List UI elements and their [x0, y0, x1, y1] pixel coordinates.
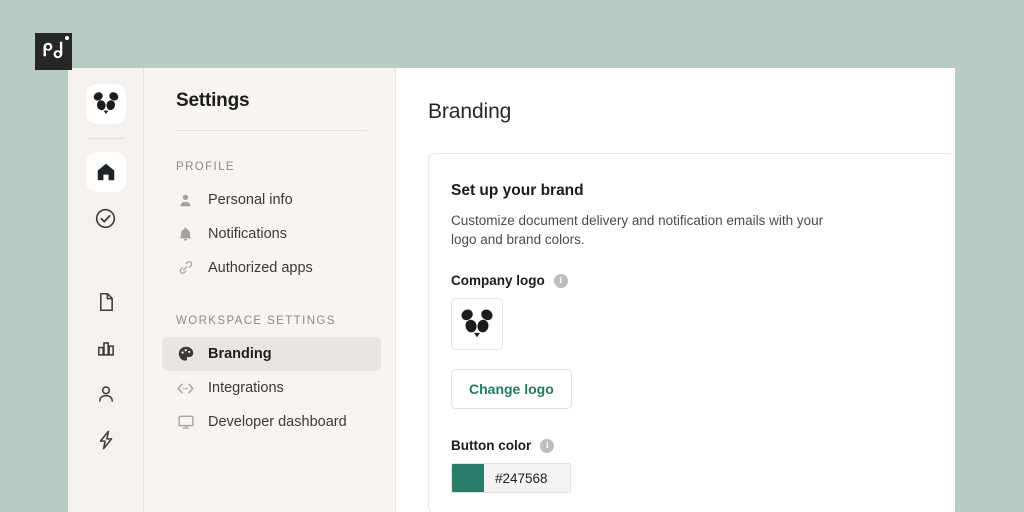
brand-setup-card: Set up your brand Customize document del…: [428, 153, 955, 512]
palette-icon: [176, 345, 195, 364]
sidebar-item-authorized-apps[interactable]: Authorized apps: [162, 251, 381, 285]
card-description: Customize document delivery and notifica…: [451, 211, 831, 249]
company-logo-label-row: Company logo i: [451, 273, 955, 288]
sidebar-item-label: Notifications: [208, 226, 287, 242]
sidebar-item-integrations[interactable]: Integrations: [162, 371, 381, 405]
rail-item-reports[interactable]: [86, 328, 126, 368]
rail-item-tasks[interactable]: [86, 198, 126, 238]
info-icon[interactable]: i: [554, 274, 568, 288]
info-icon[interactable]: i: [540, 439, 554, 453]
rail-item-home[interactable]: [86, 152, 126, 192]
pandadoc-brand-badge: [35, 33, 72, 70]
link-icon: [176, 259, 195, 278]
rail-item-documents[interactable]: [86, 282, 126, 322]
button-color-field[interactable]: [451, 463, 571, 493]
home-icon: [95, 161, 117, 183]
document-icon: [95, 291, 117, 313]
icon-rail: [68, 68, 144, 512]
main-content: Branding Set up your brand Customize doc…: [396, 68, 955, 512]
sidebar-item-branding[interactable]: Branding: [162, 337, 381, 371]
rail-item-automations[interactable]: [86, 420, 126, 460]
sidebar-item-notifications[interactable]: Notifications: [162, 217, 381, 251]
rail-item-contacts[interactable]: [86, 374, 126, 414]
rail-item-panda-logo[interactable]: [86, 84, 126, 124]
change-logo-button[interactable]: Change logo: [451, 369, 572, 409]
sidebar-item-label: Personal info: [208, 192, 293, 208]
nav-group-label-workspace-settings: WORKSPACE SETTINGS: [144, 315, 395, 327]
bar-chart-icon: [95, 337, 117, 359]
sidebar-item-personal-info[interactable]: Personal info: [162, 183, 381, 217]
sidebar-item-label: Integrations: [208, 380, 284, 396]
company-logo-label: Company logo: [451, 273, 545, 288]
button-color-label-row: Button color i: [451, 438, 955, 453]
check-circle-icon: [94, 207, 117, 230]
bell-icon: [176, 225, 195, 244]
person-icon: [176, 191, 195, 210]
settings-divider: [176, 130, 367, 131]
panda-logo-icon: [92, 91, 120, 117]
app-window: Settings PROFILE Personal info Notificat…: [68, 68, 955, 512]
sidebar-item-label: Authorized apps: [208, 260, 313, 276]
card-title: Set up your brand: [451, 182, 955, 200]
sidebar-item-label: Branding: [208, 346, 272, 362]
lightning-icon: [95, 429, 117, 451]
pd-wordmark-icon: [42, 41, 65, 62]
company-logo-preview[interactable]: [451, 298, 503, 350]
person-icon: [95, 383, 117, 405]
rail-divider: [87, 138, 125, 139]
button-color-label: Button color: [451, 438, 531, 453]
sidebar-item-developer-dashboard[interactable]: Developer dashboard: [162, 405, 381, 439]
page-title: Branding: [428, 100, 955, 124]
monitor-icon: [176, 413, 195, 432]
color-hex-input[interactable]: [484, 464, 571, 492]
panda-logo-icon: [459, 308, 495, 341]
code-brackets-icon: [176, 379, 195, 398]
settings-panel-title: Settings: [144, 90, 395, 112]
registered-trademark-mark: [65, 36, 69, 40]
sidebar-item-label: Developer dashboard: [208, 414, 347, 430]
settings-nav-panel: Settings PROFILE Personal info Notificat…: [144, 68, 396, 512]
color-swatch[interactable]: [452, 464, 484, 492]
nav-group-label-profile: PROFILE: [144, 161, 395, 173]
